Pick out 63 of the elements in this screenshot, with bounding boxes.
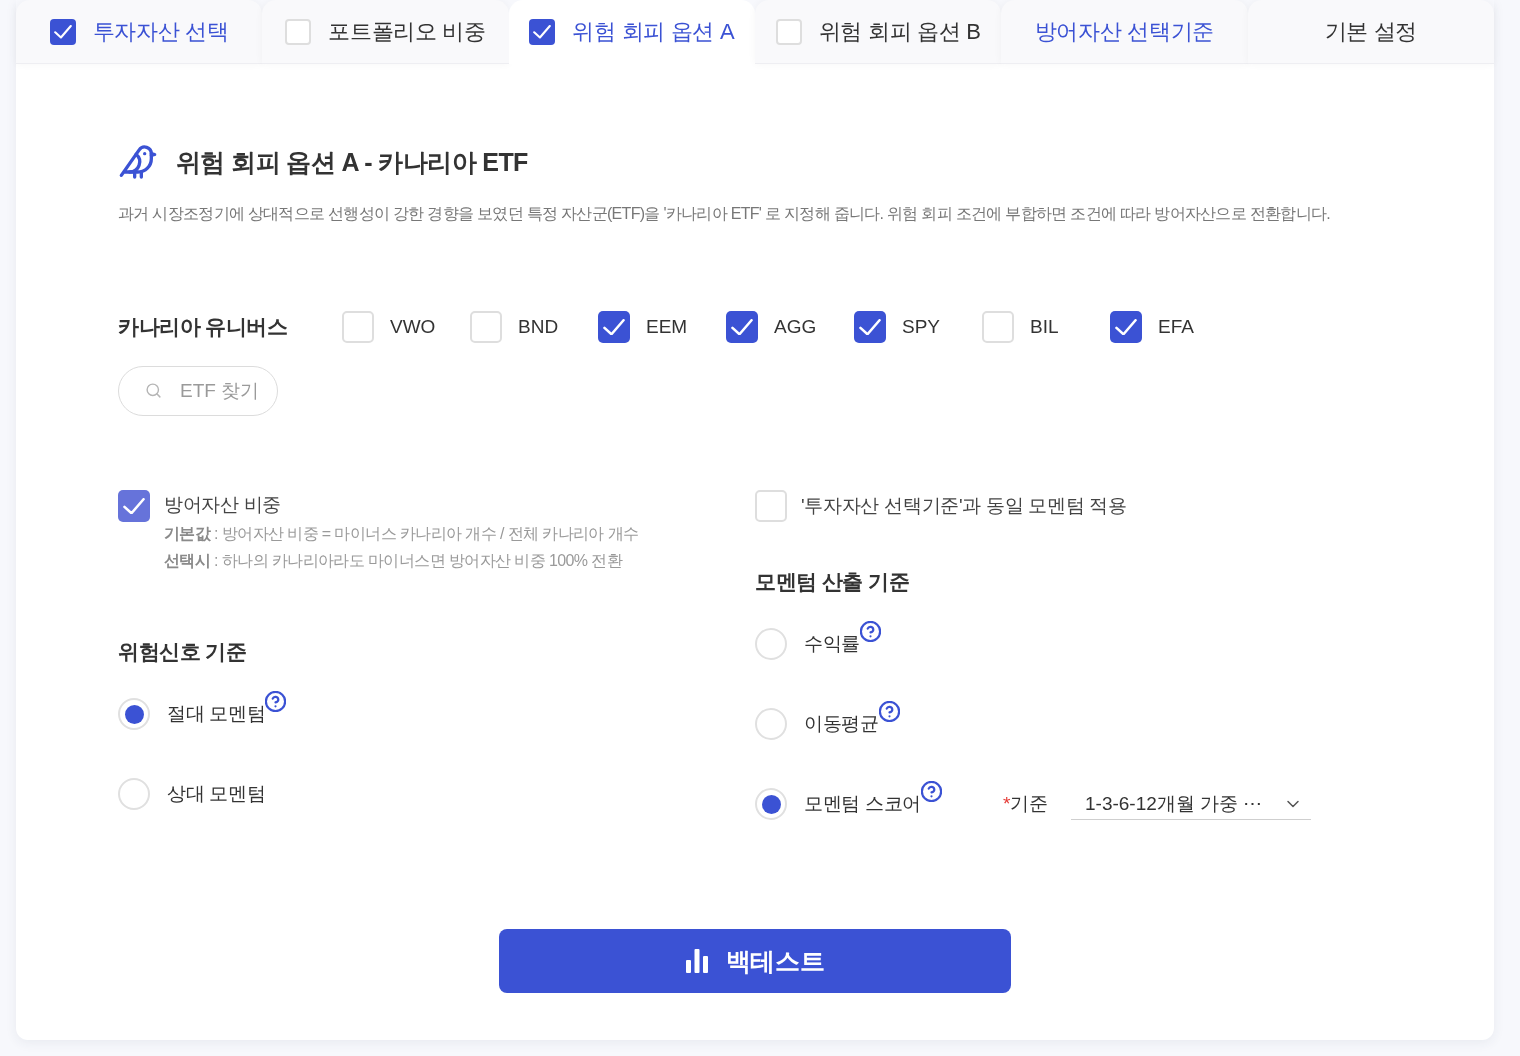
check-icon <box>533 25 552 39</box>
section-title: 위험 회피 옵션 A - 카나리아 ETF <box>176 146 528 178</box>
check-icon <box>731 318 753 336</box>
checkbox[interactable] <box>342 311 374 343</box>
help-icon[interactable] <box>265 691 287 712</box>
radio-button[interactable] <box>755 788 787 820</box>
note-text: 기본값 : 방어자산 비중 = 마이너스 카나리아 개수 / 전체 카나리아 개수 <box>164 524 639 544</box>
radio-label: 모멘텀 스코어 <box>804 792 922 816</box>
checkbox[interactable] <box>598 311 630 343</box>
radio-button[interactable] <box>118 698 150 730</box>
checkbox[interactable] <box>982 311 1014 343</box>
radio-label: 이동평균 <box>804 712 879 736</box>
check-icon <box>603 318 625 336</box>
tab-checkbox[interactable] <box>529 19 556 45</box>
checkbox[interactable] <box>854 311 886 343</box>
checkbox[interactable] <box>1110 311 1142 343</box>
search-icon <box>145 382 162 399</box>
help-icon[interactable] <box>878 701 900 722</box>
checkbox-label: '투자자산 선택기준'과 동일 모멘텀 적용 <box>801 494 1127 518</box>
tab[interactable]: 투자자산 선택 <box>16 0 263 64</box>
checkbox[interactable] <box>755 490 787 522</box>
tab[interactable]: 위험 회피 옵션 B <box>755 0 1002 64</box>
checkbox-label: 방어자산 비중 <box>164 493 282 517</box>
bar-chart-icon <box>685 949 708 973</box>
section-description: 과거 시장조정기에 상대적으로 선행성이 강한 경향을 보였던 특정 자산군(ETF)을 '카나리아 ETF' 로 지정해 줍니다. 위험 회피 조건에 부합하면 조건에 따라 방어자산으로 전환합니다. <box>118 204 1331 224</box>
ticker-label: VWO <box>390 316 436 338</box>
ticker-label: EFA <box>1158 316 1194 338</box>
checkbox[interactable] <box>726 311 758 343</box>
tab[interactable]: 방어자산 선택기준 <box>1001 0 1248 64</box>
ticker-label: AGG <box>774 316 817 338</box>
backtest-button[interactable]: 백테스트 <box>499 929 1011 993</box>
note-text: 선택시 : 하나의 카나리아라도 마이너스면 방어자산 비중 100% 전환 <box>164 551 623 571</box>
checkbox[interactable] <box>470 311 502 343</box>
criterion-label: 기준 <box>1010 792 1049 816</box>
tab-checkbox[interactable] <box>49 19 76 45</box>
check-icon <box>859 318 881 336</box>
radio-button[interactable] <box>755 628 787 660</box>
group-title: 모멘텀 산출 기준 <box>755 569 910 595</box>
radio-button[interactable] <box>755 708 787 740</box>
bird-icon <box>118 142 158 182</box>
group-title: 위험신호 기준 <box>118 639 247 665</box>
help-icon[interactable] <box>921 781 943 802</box>
universe-label: 카나리아 유니버스 <box>118 314 288 340</box>
ticker-label: EEM <box>646 316 688 338</box>
ticker-label: SPY <box>902 316 941 338</box>
tab[interactable]: 포트폴리오 비중 <box>262 0 509 64</box>
radio-button[interactable] <box>118 778 150 810</box>
check-icon <box>1115 318 1137 336</box>
tab[interactable]: 기본 설정 <box>1247 0 1494 64</box>
checkbox[interactable] <box>118 490 150 522</box>
radio-label: 수익률 <box>804 632 861 656</box>
radio-label: 상대 모멘텀 <box>167 782 266 806</box>
required-mark: * <box>1003 793 1011 815</box>
tab[interactable]: 위험 회피 옵션 A <box>508 0 755 64</box>
tab-checkbox[interactable] <box>285 19 312 45</box>
tab-checkbox[interactable] <box>775 19 802 45</box>
radio-label: 절대 모멘텀 <box>167 702 266 726</box>
check-icon <box>123 497 145 515</box>
search-field[interactable]: ETF 찾기 <box>118 366 278 416</box>
check-icon <box>53 25 72 39</box>
ticker-label: BIL <box>1030 316 1059 338</box>
ticker-label: BND <box>518 316 559 338</box>
help-icon[interactable] <box>860 621 882 642</box>
